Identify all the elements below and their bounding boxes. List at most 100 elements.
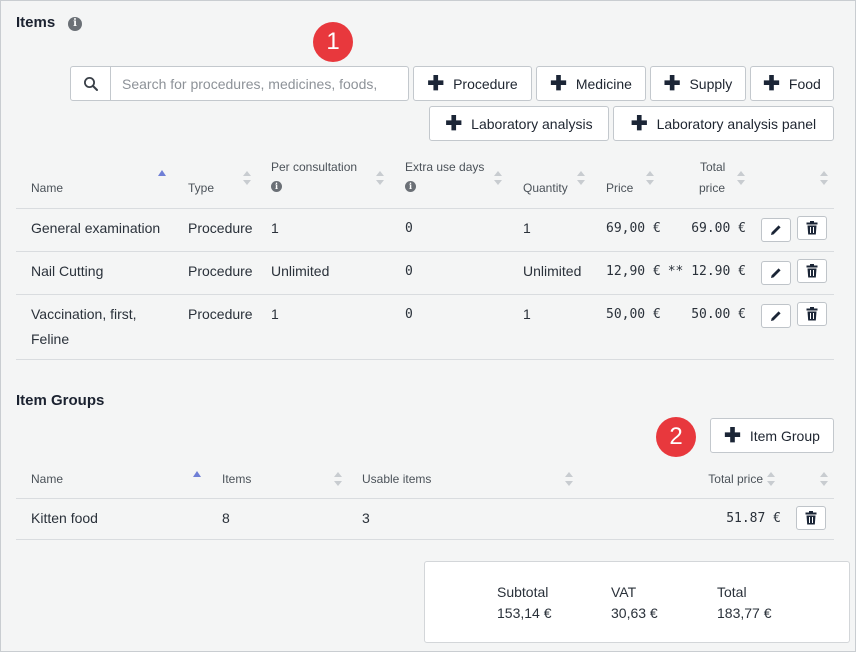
divider <box>16 539 834 540</box>
sort-icon[interactable] <box>820 471 828 487</box>
callout-marker-1: 1 <box>313 22 353 62</box>
trash-icon <box>806 221 818 235</box>
row-quantity: 1 <box>523 306 531 322</box>
row-name: Vaccination, first, <box>31 306 137 322</box>
row-name-cont: Feline <box>31 331 70 347</box>
sort-icon[interactable] <box>737 170 745 186</box>
sort-icon[interactable] <box>646 170 654 186</box>
search-icon[interactable] <box>71 67 111 100</box>
delete-button[interactable] <box>797 302 827 326</box>
pencil-icon <box>771 225 781 235</box>
group-col-total-price[interactable]: Total price <box>680 469 763 489</box>
divider <box>16 208 834 209</box>
add-food-button[interactable]: ✚ Food <box>750 66 834 101</box>
sort-icon[interactable] <box>577 170 585 186</box>
add-lab-analysis-button[interactable]: ✚ Laboratory analysis <box>429 106 609 141</box>
col-quantity[interactable]: Quantity <box>523 178 568 198</box>
info-icon[interactable]: i <box>68 17 82 31</box>
add-supply-button[interactable]: ✚ Supply <box>650 66 746 101</box>
sort-icon[interactable] <box>243 170 251 186</box>
delete-button[interactable] <box>796 506 826 530</box>
edit-button[interactable] <box>761 304 791 328</box>
pencil-icon <box>771 311 781 321</box>
row-price: 50,00 € <box>606 307 661 322</box>
totals-summary: Subtotal 153,14 € VAT 30,63 € Total 183,… <box>424 561 850 643</box>
vat-value: 30,63 € <box>611 605 658 621</box>
col-extra-use-days[interactable]: Extra use days <box>405 157 484 177</box>
sort-icon[interactable] <box>494 170 502 186</box>
plus-icon: ✚ <box>763 72 780 95</box>
row-name: General examination <box>31 220 161 236</box>
group-row-total: 51.87 € <box>726 511 781 526</box>
trash-icon <box>806 307 818 321</box>
row-type: Procedure <box>188 263 253 279</box>
col-per-consultation[interactable]: Per consultation <box>271 157 357 177</box>
col-name[interactable]: Name <box>31 178 63 198</box>
row-quantity: Unlimited <box>523 263 582 279</box>
add-procedure-button[interactable]: ✚ Procedure <box>413 66 532 101</box>
row-quantity: 1 <box>523 220 531 236</box>
item-search <box>70 66 409 101</box>
subtotal-value: 153,14 € <box>497 605 552 621</box>
row-total: ** 12.90 € <box>667 264 746 279</box>
row-per-consultation: Unlimited <box>271 263 330 279</box>
callout-marker-2: 2 <box>656 417 696 457</box>
plus-icon: ✚ <box>550 72 567 95</box>
search-input[interactable] <box>111 67 408 100</box>
edit-button[interactable] <box>761 261 791 285</box>
sort-icon[interactable] <box>767 471 775 487</box>
group-row-name: Kitten food <box>31 510 98 526</box>
item-groups-title: Item Groups <box>16 392 105 409</box>
divider <box>16 294 834 295</box>
vat-label: VAT <box>611 584 637 600</box>
sort-asc-icon[interactable] <box>158 170 166 178</box>
add-lab-analysis-label: Laboratory analysis <box>471 115 593 132</box>
row-per-consultation: 1 <box>271 306 279 322</box>
info-icon[interactable]: i <box>405 181 416 192</box>
row-type: Procedure <box>188 220 253 236</box>
row-extra-use-days: 0 <box>405 307 413 322</box>
total-label: Total <box>717 584 747 600</box>
group-col-name[interactable]: Name <box>31 469 63 489</box>
plus-icon: ✚ <box>630 112 648 135</box>
plus-icon: ✚ <box>427 72 445 95</box>
pencil-icon <box>771 268 781 278</box>
row-type: Procedure <box>188 306 253 322</box>
sort-asc-icon[interactable] <box>193 471 201 479</box>
group-col-usable-items[interactable]: Usable items <box>362 469 431 489</box>
col-type[interactable]: Type <box>188 178 214 198</box>
row-total: 50.00 € <box>691 307 746 322</box>
subtotal-label: Subtotal <box>497 584 549 600</box>
edit-button[interactable] <box>761 218 791 242</box>
group-col-items[interactable]: Items <box>222 469 251 489</box>
group-row-items: 8 <box>222 510 230 526</box>
col-total-price-line1[interactable]: Total <box>700 157 725 177</box>
add-item-group-button[interactable]: ✚ Item Group <box>710 418 834 453</box>
add-medicine-label: Medicine <box>575 75 632 92</box>
sort-icon[interactable] <box>334 471 342 487</box>
sort-icon[interactable] <box>376 170 384 186</box>
add-lab-panel-button[interactable]: ✚ Laboratory analysis panel <box>613 106 834 141</box>
trash-icon <box>806 264 818 278</box>
row-extra-use-days: 0 <box>405 264 413 279</box>
sort-icon[interactable] <box>820 170 828 186</box>
add-supply-label: Supply <box>689 75 733 92</box>
row-extra-use-days: 0 <box>405 221 413 236</box>
row-price: 69,00 € <box>606 221 661 236</box>
col-price[interactable]: Price <box>606 178 633 198</box>
info-icon[interactable]: i <box>271 181 282 192</box>
plus-icon: ✚ <box>724 424 741 447</box>
add-medicine-button[interactable]: ✚ Medicine <box>536 66 646 101</box>
delete-button[interactable] <box>797 216 827 240</box>
row-per-consultation: 1 <box>271 220 279 236</box>
row-name: Nail Cutting <box>31 263 104 279</box>
items-title: Items <box>16 14 56 31</box>
delete-button[interactable] <box>797 259 827 283</box>
sort-icon[interactable] <box>565 471 573 487</box>
add-food-label: Food <box>788 75 821 92</box>
total-value: 183,77 € <box>717 605 772 621</box>
row-total: 69.00 € <box>691 221 746 236</box>
divider <box>16 498 834 499</box>
col-total-price-line2[interactable]: price <box>699 178 725 198</box>
plus-icon: ✚ <box>445 112 463 135</box>
